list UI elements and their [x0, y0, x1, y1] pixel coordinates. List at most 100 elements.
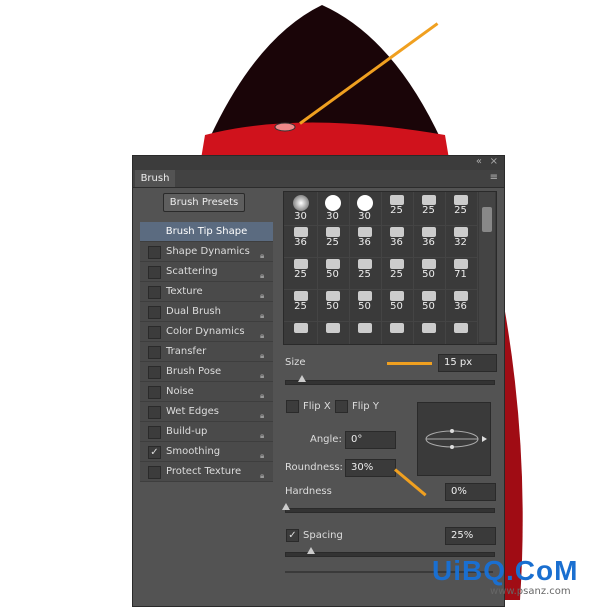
spacing-input[interactable]: 25% [445, 527, 496, 545]
option-checkbox[interactable] [148, 466, 161, 479]
lock-icon[interactable]: 🔒︎ [260, 246, 268, 260]
brush-tip[interactable] [284, 320, 318, 344]
size-input[interactable]: 15 px [438, 354, 497, 372]
flip-x-label: Flip X [303, 401, 331, 412]
lock-icon[interactable]: 🔒︎ [260, 446, 268, 460]
hardness-label: Hardness [285, 486, 332, 497]
option-label: Texture [166, 286, 203, 297]
brush-tip[interactable] [444, 320, 478, 344]
brush-option-color-dynamics[interactable]: Color Dynamics 🔒︎ [140, 322, 273, 342]
option-checkbox[interactable] [148, 306, 161, 319]
brush-tip[interactable]: 25 [380, 192, 414, 226]
brush-option-protect-texture[interactable]: Protect Texture 🔒︎ [140, 462, 273, 482]
lock-icon[interactable]: 🔒︎ [260, 386, 268, 400]
brush-tip-icon [389, 259, 404, 269]
brush-option-shape-dynamics[interactable]: Shape Dynamics 🔒︎ [140, 242, 273, 262]
tab-bar: Brush ≡ [133, 170, 504, 188]
brush-tip[interactable] [316, 320, 350, 344]
brush-tip[interactable]: 50 [316, 288, 350, 322]
option-checkbox[interactable]: ✓ [148, 446, 161, 459]
brush-tip[interactable]: 25 [348, 256, 382, 290]
brush-size: 25 [390, 269, 403, 280]
brush-presets-button[interactable]: Brush Presets [163, 193, 245, 212]
roundness-input[interactable]: 30% [345, 459, 396, 477]
brush-tip[interactable]: 50 [348, 288, 382, 322]
brush-tip-icon [325, 227, 340, 237]
brush-tip[interactable]: 36 [284, 224, 318, 258]
lock-icon[interactable]: 🔒︎ [260, 306, 268, 320]
brush-angle-preview[interactable] [417, 402, 491, 476]
brush-tip[interactable]: 50 [316, 256, 350, 290]
brush-tip[interactable]: 36 [444, 288, 478, 322]
slider-knob[interactable] [298, 375, 306, 382]
brush-tip[interactable]: 50 [380, 288, 414, 322]
lock-icon[interactable]: 🔒︎ [260, 426, 268, 440]
brush-option-build-up[interactable]: Build-up 🔒︎ [140, 422, 273, 442]
flip-y-checkbox[interactable] [335, 400, 348, 413]
brush-option-dual-brush[interactable]: Dual Brush 🔒︎ [140, 302, 273, 322]
option-label: Color Dynamics [166, 326, 245, 337]
brush-tip[interactable] [380, 320, 414, 344]
scroll-thumb[interactable] [482, 207, 492, 232]
brush-tip[interactable]: 25 [284, 256, 318, 290]
lock-icon[interactable]: 🔒︎ [260, 266, 268, 280]
option-checkbox[interactable] [148, 346, 161, 359]
lock-icon[interactable]: 🔒︎ [260, 466, 268, 480]
brush-tip[interactable]: 25 [284, 288, 318, 322]
option-checkbox[interactable] [148, 386, 161, 399]
option-checkbox[interactable] [148, 266, 161, 279]
brush-tip-icon [325, 259, 340, 269]
option-checkbox[interactable] [148, 246, 161, 259]
panel-menu-icon[interactable]: ≡ [490, 172, 498, 183]
brush-tip[interactable]: 25 [412, 192, 446, 226]
brush-tip[interactable]: 25 [316, 224, 350, 258]
size-slider[interactable] [285, 375, 495, 385]
brush-tip[interactable]: 30 [284, 192, 318, 226]
brush-tip[interactable]: 30 [316, 192, 350, 226]
brush-tip[interactable]: 25 [444, 192, 478, 226]
option-label: Wet Edges [166, 406, 219, 417]
tab-brush[interactable]: Brush [135, 170, 175, 187]
flip-x-checkbox[interactable] [286, 400, 299, 413]
brush-tip[interactable]: 25 [380, 256, 414, 290]
brush-option-transfer[interactable]: Transfer 🔒︎ [140, 342, 273, 362]
hardness-input[interactable]: 0% [445, 483, 496, 501]
brush-tip[interactable]: 36 [380, 224, 414, 258]
brush-option-brush-tip-shape[interactable]: Brush Tip Shape [140, 222, 273, 242]
brush-tip[interactable]: 32 [444, 224, 478, 258]
lock-icon[interactable]: 🔒︎ [260, 346, 268, 360]
option-checkbox[interactable] [148, 326, 161, 339]
lock-icon[interactable]: 🔒︎ [260, 406, 268, 420]
brush-tip[interactable] [412, 320, 446, 344]
slider-knob[interactable] [307, 547, 315, 554]
brush-option-smoothing[interactable]: ✓ Smoothing 🔒︎ [140, 442, 273, 462]
panel-titlebar[interactable]: «× [133, 156, 504, 170]
grid-scrollbar[interactable] [479, 192, 495, 342]
hardness-slider[interactable] [282, 503, 495, 513]
brush-tip[interactable]: 50 [412, 256, 446, 290]
brush-option-scattering[interactable]: Scattering 🔒︎ [140, 262, 273, 282]
brush-option-brush-pose[interactable]: Brush Pose 🔒︎ [140, 362, 273, 382]
lock-icon[interactable]: 🔒︎ [260, 286, 268, 300]
brush-tip[interactable]: 36 [412, 224, 446, 258]
option-checkbox[interactable] [148, 406, 161, 419]
option-checkbox[interactable] [148, 426, 161, 439]
option-checkbox[interactable] [148, 286, 161, 299]
slider-knob[interactable] [282, 503, 290, 510]
brush-tip[interactable]: 71 [444, 256, 478, 290]
brush-tip[interactable]: 36 [348, 224, 382, 258]
brush-option-wet-edges[interactable]: Wet Edges 🔒︎ [140, 402, 273, 422]
brush-option-noise[interactable]: Noise 🔒︎ [140, 382, 273, 402]
brush-tip[interactable]: 50 [412, 288, 446, 322]
collapse-icon[interactable]: « [476, 156, 482, 167]
angle-input[interactable]: 0° [345, 431, 396, 449]
spacing-checkbox[interactable]: ✓ [286, 529, 299, 542]
close-icon[interactable]: × [490, 156, 498, 167]
brush-tip[interactable]: 30 [348, 192, 382, 226]
brush-tip-icon [293, 291, 308, 301]
lock-icon[interactable]: 🔒︎ [260, 326, 268, 340]
lock-icon[interactable]: 🔒︎ [260, 366, 268, 380]
brush-option-texture[interactable]: Texture 🔒︎ [140, 282, 273, 302]
brush-tip[interactable] [348, 320, 382, 344]
option-checkbox[interactable] [148, 366, 161, 379]
